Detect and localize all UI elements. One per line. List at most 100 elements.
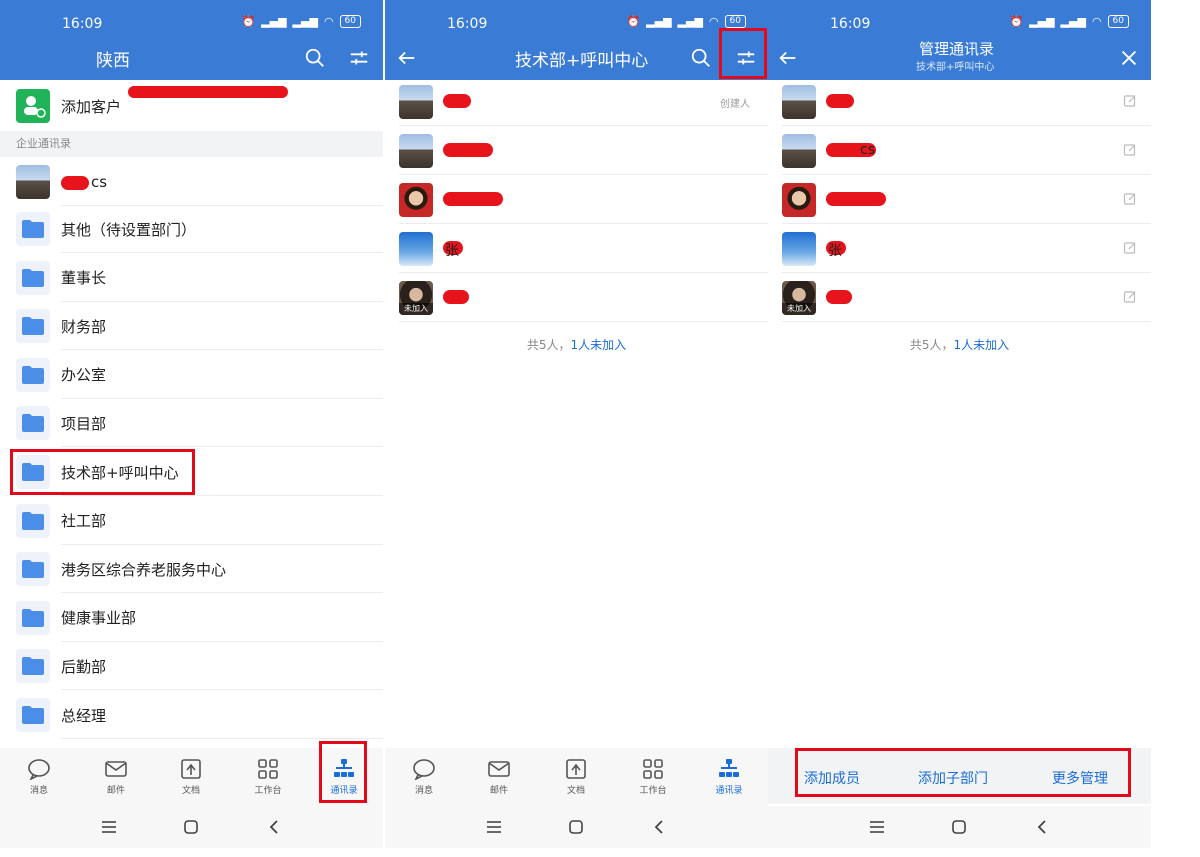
search-icon[interactable] (301, 44, 329, 72)
redaction-mark (61, 176, 89, 190)
edit-icon[interactable] (1123, 290, 1137, 304)
edit-icon[interactable] (1123, 241, 1137, 255)
company-title[interactable]: 陕西 (96, 46, 130, 71)
tab-workbench[interactable]: 工作台 (238, 758, 298, 796)
menu-nav-icon[interactable] (483, 816, 505, 838)
folder-icon (16, 406, 50, 441)
member-row[interactable]: 未加入 (768, 274, 1151, 322)
signal-icon-2: ▂▄▆ (1060, 15, 1086, 28)
tab-docs[interactable]: 文档 (161, 758, 221, 796)
member-row[interactable]: cs (0, 158, 383, 206)
signal-icon: ▂▄▆ (261, 15, 287, 28)
department-label: 社工部 (61, 512, 107, 531)
tab-mail[interactable]: 邮件 (86, 758, 146, 796)
contacts-screen: 16:09 ⏰ ▂▄▆ ▂▄▆ ◠ 60 陕西 添加客户 企业通讯录 cs 其他… (0, 0, 383, 848)
tab-docs[interactable]: 文档 (546, 758, 606, 796)
tab-workbench[interactable]: 工作台 (623, 758, 683, 796)
department-label: 健康事业部 (61, 609, 137, 628)
member-row[interactable] (385, 127, 768, 175)
back-nav-icon[interactable] (1031, 816, 1053, 838)
department-row[interactable]: 办公室 (0, 351, 383, 399)
tab-mail[interactable]: 邮件 (469, 758, 529, 796)
member-row[interactable]: cs (768, 127, 1151, 175)
status-bar: 16:09 ⏰ ▂▄▆ ▂▄▆ ◠ 60 (385, 8, 768, 38)
member-row[interactable] (385, 176, 768, 224)
member-row[interactable] (768, 176, 1151, 224)
menu-nav-icon[interactable] (866, 816, 888, 838)
member-avatar (16, 165, 50, 199)
member-summary: 共5人，1人未加入 (768, 336, 1151, 353)
home-nav-icon[interactable] (565, 816, 587, 838)
menu-nav-icon[interactable] (98, 816, 120, 838)
back-nav-icon[interactable] (263, 816, 285, 838)
member-row[interactable]: 张 (768, 225, 1151, 273)
search-icon[interactable] (687, 44, 715, 72)
redaction-mark (826, 290, 852, 304)
creator-tag: 创建人 (720, 99, 750, 110)
wifi-icon: ◠ (323, 15, 334, 28)
highlight-box (795, 748, 1131, 797)
status-bar: 16:09 ⏰ ▂▄▆ ▂▄▆ ◠ 60 (768, 8, 1151, 38)
member-row[interactable]: 创建人 (385, 78, 768, 126)
close-icon[interactable] (1115, 44, 1143, 72)
home-nav-icon[interactable] (180, 816, 202, 838)
redaction-mark (443, 94, 471, 108)
back-arrow-icon[interactable] (774, 44, 802, 72)
department-row[interactable]: 项目部 (0, 399, 383, 448)
tower-avatar (399, 134, 433, 168)
wifi-icon: ◠ (1091, 15, 1102, 28)
system-nav-bar (385, 806, 768, 848)
member-row[interactable] (768, 78, 1151, 126)
member-row[interactable]: 张 (385, 225, 768, 273)
department-screen: 16:09 ⏰ ▂▄▆ ▂▄▆ ◠ 60 技术部+呼叫中心 创建人张未加入 共5… (385, 0, 768, 848)
redaction-mark (443, 290, 469, 304)
department-row[interactable]: 港务区综合养老服务中心 (0, 545, 383, 594)
unjoined-link[interactable]: 1人未加入 (571, 338, 627, 352)
department-row[interactable]: 社工部 (0, 497, 383, 545)
department-row[interactable]: 健康事业部 (0, 594, 383, 642)
add-customer-label: 添加客户 (61, 97, 122, 116)
dark-avatar: 未加入 (782, 281, 816, 315)
department-row[interactable]: 后勤部 (0, 642, 383, 691)
folder-icon (16, 552, 50, 587)
tab-messages[interactable]: 消息 (394, 758, 454, 796)
tab-contacts-label: 通讯录 (715, 786, 743, 796)
tab-messages-label: 消息 (414, 786, 433, 796)
redaction-mark (443, 192, 503, 206)
tab-messages[interactable]: 消息 (9, 758, 69, 796)
department-label: 财务部 (61, 317, 107, 336)
signal-icon: ▂▄▆ (646, 15, 672, 28)
tab-contacts[interactable]: 通讯录 (699, 758, 759, 796)
system-nav-bar (768, 806, 1151, 848)
status-time: 16:09 (830, 16, 871, 32)
folder-icon (16, 357, 50, 392)
bottom-tabbar: 消息 邮件 文档 工作台 通讯录 (385, 748, 768, 806)
unjoined-link[interactable]: 1人未加入 (954, 338, 1010, 352)
back-arrow-icon[interactable] (393, 44, 421, 72)
girl-avatar (782, 183, 816, 217)
department-row[interactable]: 总经理 (0, 691, 383, 739)
member-row[interactable]: 未加入 (385, 274, 768, 322)
member-name: 张 (445, 243, 459, 259)
status-bar: 16:09 ⏰ ▂▄▆ ▂▄▆ ◠ 60 (0, 8, 383, 38)
alarm-icon: ⏰ (1009, 15, 1024, 28)
home-nav-icon[interactable] (948, 816, 970, 838)
add-customer-row[interactable]: 添加客户 (0, 81, 383, 131)
edit-icon[interactable] (1123, 192, 1137, 206)
member-name-suffix: cs (860, 142, 875, 158)
tab-docs-label: 文档 (181, 786, 200, 796)
back-nav-icon[interactable] (648, 816, 670, 838)
folder-icon (16, 309, 50, 344)
department-row[interactable]: 其他（待设置部门） (0, 205, 383, 253)
app-header: 16:09 ⏰ ▂▄▆ ▂▄▆ ◠ 60 技术部+呼叫中心 (385, 0, 768, 80)
section-label-enterprise: 企业通讯录 (0, 131, 383, 157)
member-name: 张 (828, 243, 842, 259)
department-row[interactable]: 董事长 (0, 254, 383, 302)
edit-icon[interactable] (1123, 143, 1137, 157)
department-label: 后勤部 (61, 657, 107, 676)
department-row[interactable]: 财务部 (0, 302, 383, 351)
manage-settings-icon[interactable] (345, 44, 373, 72)
tower-avatar (782, 85, 816, 119)
sky-avatar (399, 232, 433, 266)
edit-icon[interactable] (1123, 94, 1137, 108)
